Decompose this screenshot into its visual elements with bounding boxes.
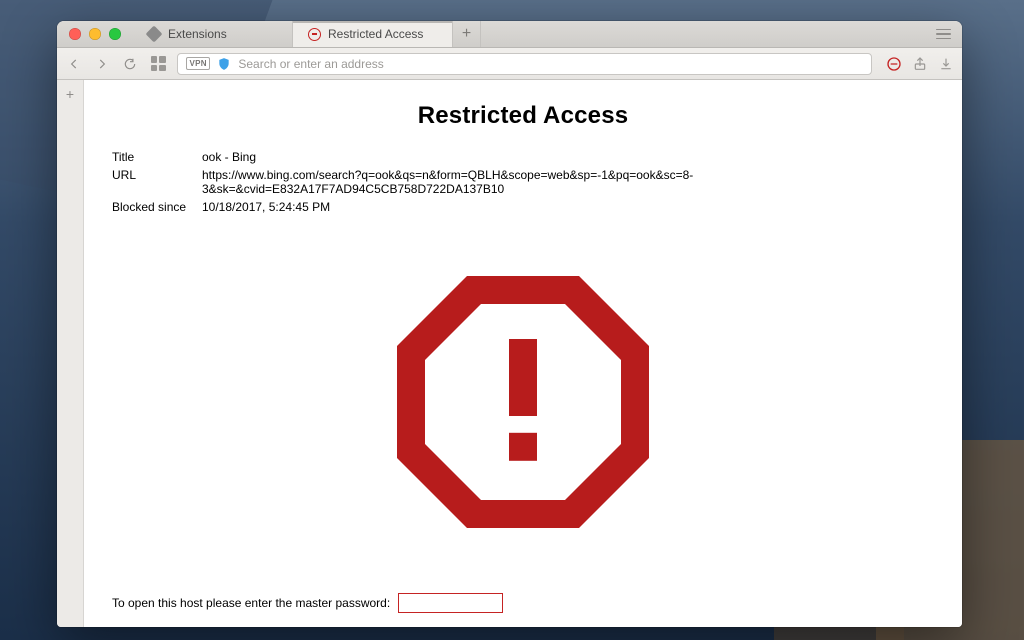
url-label: URL <box>112 166 202 198</box>
address-bar[interactable]: VPN <box>177 53 872 75</box>
minimize-window-button[interactable] <box>89 28 101 40</box>
tab-strip: Extensions Restricted Access + <box>57 21 962 48</box>
toolbar: VPN <box>57 48 962 80</box>
sidebar-gutter: + <box>57 80 84 627</box>
table-row: URL https://www.bing.com/search?q=ook&qs… <box>112 166 934 198</box>
table-row: Title ook - Bing <box>112 148 934 166</box>
close-window-button[interactable] <box>69 28 81 40</box>
vpn-badge[interactable]: VPN <box>186 57 210 70</box>
window-controls <box>57 21 133 47</box>
browser-window: Extensions Restricted Access + VPN <box>57 21 962 627</box>
info-table: Title ook - Bing URL https://www.bing.co… <box>112 148 934 216</box>
downloads-icon[interactable] <box>938 56 954 72</box>
tab-label: Extensions <box>168 27 227 41</box>
tab-extensions[interactable]: Extensions <box>133 21 293 47</box>
new-tab-button[interactable]: + <box>453 21 481 47</box>
unlock-footer: To open this host please enter the maste… <box>112 593 934 615</box>
title-value: ook - Bing <box>202 148 934 166</box>
toolbar-right <box>882 56 954 72</box>
unlock-prompt: To open this host please enter the maste… <box>112 596 390 610</box>
reload-button[interactable] <box>121 55 139 73</box>
content-area: + Restricted Access Title ook - Bing URL… <box>57 80 962 627</box>
tab-restricted-access[interactable]: Restricted Access <box>293 21 453 47</box>
blocker-extension-icon[interactable] <box>886 56 902 72</box>
address-input[interactable] <box>238 57 863 71</box>
shield-icon[interactable] <box>216 56 232 72</box>
url-value: https://www.bing.com/search?q=ook&qs=n&f… <box>202 166 934 198</box>
blocker-icon <box>307 27 321 41</box>
stop-sign-graphic <box>112 210 934 593</box>
fullscreen-window-button[interactable] <box>109 28 121 40</box>
extension-icon <box>147 27 161 41</box>
forward-button[interactable] <box>93 55 111 73</box>
back-button[interactable] <box>65 55 83 73</box>
speed-dial-button[interactable] <box>149 55 167 73</box>
page-title: Restricted Access <box>112 102 934 130</box>
tabs-menu-button[interactable] <box>930 21 956 47</box>
title-label: Title <box>112 148 202 166</box>
page-body: Restricted Access Title ook - Bing URL h… <box>84 80 962 627</box>
add-sidebar-button[interactable]: + <box>66 86 74 102</box>
share-icon[interactable] <box>912 56 928 72</box>
tab-label: Restricted Access <box>328 27 423 41</box>
master-password-input[interactable] <box>398 593 503 613</box>
